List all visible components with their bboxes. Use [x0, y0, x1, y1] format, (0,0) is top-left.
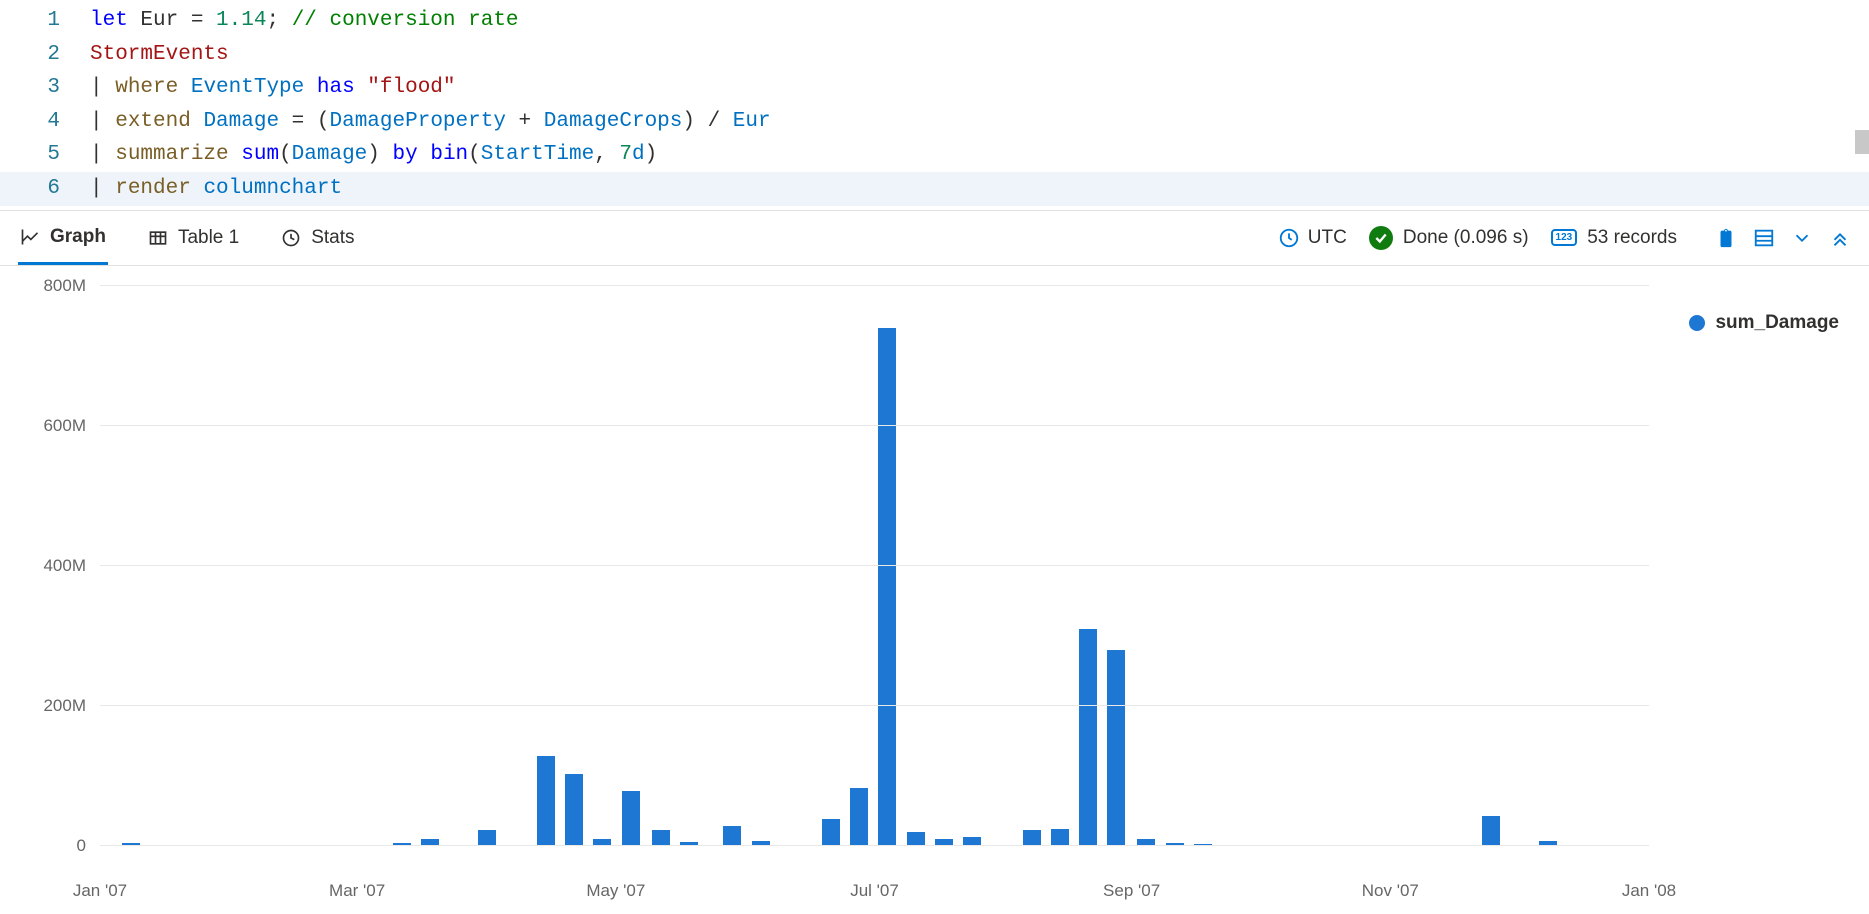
query-status: Done (0.096 s): [1369, 226, 1529, 250]
chart-gridline: 200M: [100, 705, 1649, 706]
code-line[interactable]: 2StormEvents: [0, 38, 1869, 72]
chart-bar[interactable]: [565, 774, 583, 845]
chart-plot[interactable]: 0 200M 400M 600M 800M: [100, 286, 1649, 846]
clipboard-icon: [1715, 227, 1737, 249]
x-tick-label: Nov '07: [1362, 881, 1419, 901]
chart-bar[interactable]: [907, 832, 925, 846]
line-number: 1: [0, 4, 90, 38]
code-content: | extend Damage = (DamageProperty + Dama…: [90, 105, 771, 139]
chart-line-icon: [20, 227, 40, 247]
chart-bar[interactable]: [723, 826, 741, 846]
line-number: 3: [0, 71, 90, 105]
chart-bar[interactable]: [850, 788, 868, 845]
chart-legend[interactable]: sum_Damage: [1689, 312, 1839, 334]
tab-graph-label: Graph: [50, 226, 106, 248]
code-content: | summarize sum(Damage) by bin(StartTime…: [90, 138, 657, 172]
editor-scrollbar[interactable]: [1855, 130, 1869, 154]
chart-gridline: 0: [100, 845, 1649, 846]
y-tick-label: 200M: [20, 696, 100, 716]
chevron-down-icon: [1791, 227, 1813, 249]
code-line[interactable]: 4| extend Damage = (DamageProperty + Dam…: [0, 105, 1869, 139]
table-icon: [148, 228, 168, 248]
record-count: 123 53 records: [1551, 227, 1677, 249]
chart-bar[interactable]: [1023, 830, 1041, 845]
record-count-text: 53 records: [1587, 227, 1677, 249]
chart-bar[interactable]: [822, 819, 840, 846]
code-content: let Eur = 1.14; // conversion rate: [90, 4, 519, 38]
x-tick-label: Jan '07: [73, 881, 127, 901]
tab-stats[interactable]: Stats: [279, 212, 356, 264]
timezone-indicator[interactable]: UTC: [1278, 227, 1347, 249]
code-content: StormEvents: [90, 38, 229, 72]
y-tick-label: 400M: [20, 556, 100, 576]
status-text: Done (0.096 s): [1403, 227, 1529, 249]
x-tick-label: Jan '08: [1622, 881, 1676, 901]
layout-dropdown[interactable]: [1791, 227, 1813, 249]
chart-bar[interactable]: [1079, 629, 1097, 846]
legend-label: sum_Damage: [1715, 312, 1839, 334]
timezone-label: UTC: [1308, 227, 1347, 249]
records-badge-icon: 123: [1551, 229, 1578, 246]
chart-bar[interactable]: [1107, 650, 1125, 846]
chart-gridline: 600M: [100, 425, 1649, 426]
code-content: | render columnchart: [90, 172, 342, 206]
chart-bar[interactable]: [1482, 816, 1500, 845]
line-number: 2: [0, 38, 90, 72]
clock-icon: [1278, 227, 1300, 249]
tab-table-label: Table 1: [178, 227, 239, 249]
y-tick-label: 800M: [20, 276, 100, 296]
code-line[interactable]: 1let Eur = 1.14; // conversion rate: [0, 4, 1869, 38]
chart-bar[interactable]: [1051, 829, 1069, 846]
x-tick-label: Jul '07: [850, 881, 899, 901]
y-tick-label: 600M: [20, 416, 100, 436]
chart-x-axis: Jan '07Mar '07May '07Jul '07Sep '07Nov '…: [100, 875, 1649, 876]
code-line[interactable]: 6| render columnchart: [0, 172, 1869, 206]
layout-rows-icon: [1753, 227, 1775, 249]
x-tick-label: May '07: [586, 881, 645, 901]
chart-bar[interactable]: [537, 756, 555, 846]
chart-bar[interactable]: [878, 328, 896, 846]
results-toolbar: Graph Table 1 Stats UTC Done (0.096 s) 1…: [0, 210, 1869, 266]
tab-table[interactable]: Table 1: [146, 212, 241, 264]
stats-icon: [281, 228, 301, 248]
result-tabs: Graph Table 1 Stats: [18, 212, 357, 264]
double-chevron-up-icon: [1829, 227, 1851, 249]
x-tick-label: Sep '07: [1103, 881, 1160, 901]
line-number: 4: [0, 105, 90, 139]
copy-button[interactable]: [1715, 227, 1737, 249]
code-line[interactable]: 5| summarize sum(Damage) by bin(StartTim…: [0, 138, 1869, 172]
chart-bar[interactable]: [652, 830, 670, 845]
success-check-icon: [1369, 226, 1393, 250]
x-tick-label: Mar '07: [329, 881, 385, 901]
line-number: 6: [0, 172, 90, 206]
tab-stats-label: Stats: [311, 227, 354, 249]
layout-button[interactable]: [1753, 227, 1775, 249]
code-editor[interactable]: 1let Eur = 1.14; // conversion rate2Stor…: [0, 0, 1869, 210]
code-line[interactable]: 3| where EventType has "flood": [0, 71, 1869, 105]
chart-gridline: 400M: [100, 565, 1649, 566]
line-number: 5: [0, 138, 90, 172]
chart-bar[interactable]: [478, 830, 496, 845]
chart-bar[interactable]: [622, 791, 640, 846]
chart-area: 0200M400M600M800M Jan '07Mar '07May '07J…: [0, 266, 1869, 906]
tab-graph[interactable]: Graph: [18, 212, 108, 265]
collapse-button[interactable]: [1829, 227, 1851, 249]
chart-gridline: 800M: [100, 285, 1649, 286]
code-content: | where EventType has "flood": [90, 71, 456, 105]
y-tick-label: 0: [20, 836, 100, 856]
legend-swatch: [1689, 315, 1705, 331]
chart-bars: [100, 286, 1649, 846]
